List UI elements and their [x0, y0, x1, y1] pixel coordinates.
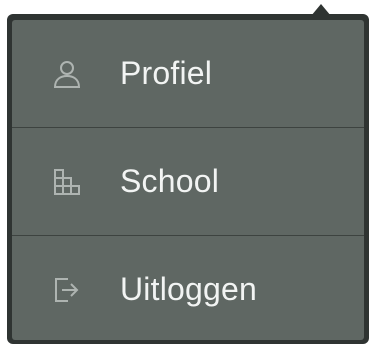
menu-item-uitloggen[interactable]: Uitloggen — [12, 236, 364, 340]
menu-item-profiel[interactable]: Profiel — [12, 20, 364, 127]
account-dropdown-menu: Profiel School Uitloggen — [12, 20, 364, 340]
dropdown-arrow-pointer — [311, 4, 331, 16]
person-icon — [52, 59, 82, 89]
menu-item-school[interactable]: School — [12, 128, 364, 235]
building-icon — [52, 167, 82, 197]
logout-icon — [52, 275, 82, 305]
menu-item-label: School — [120, 163, 220, 199]
menu-item-label: Uitloggen — [120, 271, 258, 307]
menu-item-label: Profiel — [120, 55, 213, 91]
